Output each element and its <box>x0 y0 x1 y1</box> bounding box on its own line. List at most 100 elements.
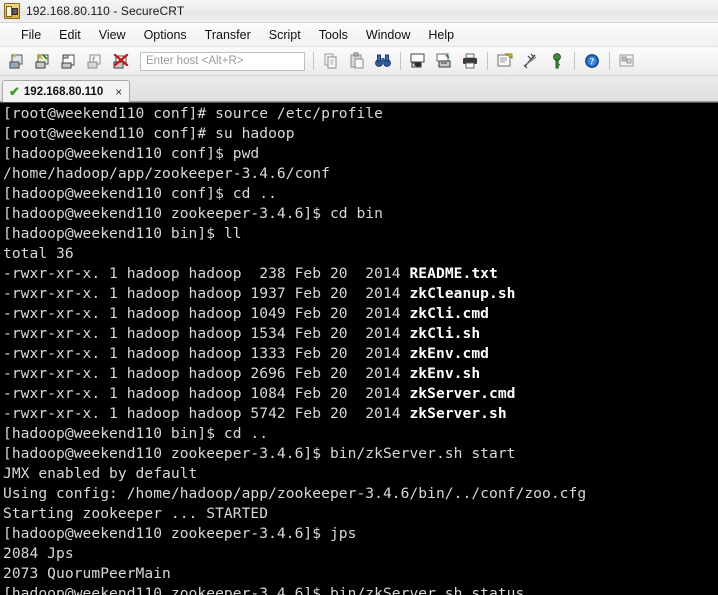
print-screen-glyph <box>435 52 453 70</box>
terminal-line: [hadoop@weekend110 zookeeper-3.4.6]$ cd … <box>3 204 718 224</box>
terminal-text: -rwxr-xr-x. 1 hadoop hadoop 1534 Feb 20 … <box>3 325 410 342</box>
terminal-filename: README.txt <box>409 265 498 282</box>
quick-connect-icon[interactable] <box>31 50 55 72</box>
toolbar: f Enter host <Alt+R> ? <box>0 47 718 76</box>
tab-bar: ✔ 192.168.80.110 × <box>0 76 718 102</box>
terminal-text: -rwxr-xr-x. 1 hadoop hadoop 238 Feb 20 2… <box>3 265 410 282</box>
terminal-line: [root@weekend110 conf]# su hadoop <box>3 124 718 144</box>
terminal-filename: zkCleanup.sh <box>409 285 516 302</box>
terminal-screen[interactable]: [root@weekend110 conf]# source /etc/prof… <box>0 102 718 595</box>
help-icon[interactable]: ? <box>580 50 604 72</box>
paste-icon[interactable] <box>345 50 369 72</box>
menu-window[interactable]: Window <box>357 26 419 44</box>
terminal-text: total 36 <box>3 245 74 262</box>
terminal-line: -rwxr-xr-x. 1 hadoop hadoop 238 Feb 20 2… <box>3 264 718 284</box>
terminal-text: [root@weekend110 conf]# su hadoop <box>3 125 295 142</box>
terminal-line: /home/hadoop/app/zookeeper-3.4.6/conf <box>3 164 718 184</box>
log-session-glyph <box>409 52 427 70</box>
terminal-line: [hadoop@weekend110 zookeeper-3.4.6]$ jps <box>3 524 718 544</box>
terminal-text: [hadoop@weekend110 bin]$ ll <box>3 225 242 242</box>
terminal-line: 2073 QuorumPeerMain <box>3 564 718 584</box>
menu-bar: File Edit View Options Transfer Script T… <box>0 23 718 47</box>
connect-sftp-glyph: f <box>86 52 104 70</box>
terminal-text: [hadoop@weekend110 conf]$ cd .. <box>3 185 277 202</box>
menu-edit[interactable]: Edit <box>50 26 90 44</box>
toolbar-separator-5 <box>609 52 610 70</box>
terminal-text: [hadoop@weekend110 zookeeper-3.4.6]$ cd … <box>3 205 383 222</box>
connect-icon[interactable] <box>5 50 29 72</box>
terminal-line: -rwxr-xr-x. 1 hadoop hadoop 2696 Feb 20 … <box>3 364 718 384</box>
menu-help[interactable]: Help <box>419 26 463 44</box>
terminal-line: [hadoop@weekend110 zookeeper-3.4.6]$ bin… <box>3 584 718 595</box>
connect-sftp-icon[interactable]: f <box>83 50 107 72</box>
tab-192-168-80-110[interactable]: ✔ 192.168.80.110 × <box>2 80 131 102</box>
terminal-line: JMX enabled by default <box>3 464 718 484</box>
disconnect-glyph <box>112 52 130 70</box>
log-session-icon[interactable] <box>406 50 430 72</box>
terminal-line: [hadoop@weekend110 zookeeper-3.4.6]$ bin… <box>3 444 718 464</box>
terminal-text: [hadoop@weekend110 zookeeper-3.4.6]$ jps <box>3 525 357 542</box>
toolbar-separator-1 <box>313 52 314 70</box>
session-options-glyph <box>496 52 514 70</box>
terminal-line: [hadoop@weekend110 conf]$ cd .. <box>3 184 718 204</box>
disconnect-icon[interactable] <box>109 50 133 72</box>
title-bar: 192.168.80.110 - SecureCRT <box>0 0 718 23</box>
host-input[interactable]: Enter host <Alt+R> <box>140 51 305 71</box>
terminal-line: -rwxr-xr-x. 1 hadoop hadoop 1534 Feb 20 … <box>3 324 718 344</box>
global-options-icon[interactable] <box>519 50 543 72</box>
print-screen-icon[interactable] <box>432 50 456 72</box>
menu-options[interactable]: Options <box>135 26 196 44</box>
terminal-line: -rwxr-xr-x. 1 hadoop hadoop 1333 Feb 20 … <box>3 344 718 364</box>
terminal-line: [hadoop@weekend110 bin]$ ll <box>3 224 718 244</box>
terminal-line: -rwxr-xr-x. 1 hadoop hadoop 1084 Feb 20 … <box>3 384 718 404</box>
connect-in-tab-icon[interactable] <box>57 50 81 72</box>
terminal-filename: zkEnv.cmd <box>409 345 489 362</box>
copy-icon[interactable] <box>319 50 343 72</box>
menu-file[interactable]: File <box>12 26 50 44</box>
binoculars-glyph <box>374 52 392 70</box>
terminal-line: [hadoop@weekend110 conf]$ pwd <box>3 144 718 164</box>
key-glyph <box>548 52 566 70</box>
paste-glyph <box>348 52 366 70</box>
quick-connect-glyph <box>34 52 52 70</box>
menu-script[interactable]: Script <box>260 26 310 44</box>
arrange-windows-glyph <box>618 52 636 70</box>
menu-tools[interactable]: Tools <box>310 26 357 44</box>
toolbar-separator-2 <box>400 52 401 70</box>
find-icon[interactable] <box>371 50 395 72</box>
terminal-text: [hadoop@weekend110 conf]$ pwd <box>3 145 260 162</box>
toolbar-separator-3 <box>487 52 488 70</box>
terminal-line: Starting zookeeper ... STARTED <box>3 504 718 524</box>
close-icon[interactable]: × <box>112 85 125 98</box>
terminal-line: Using config: /home/hadoop/app/zookeeper… <box>3 484 718 504</box>
terminal-text: -rwxr-xr-x. 1 hadoop hadoop 1049 Feb 20 … <box>3 305 410 322</box>
terminal-text: -rwxr-xr-x. 1 hadoop hadoop 5742 Feb 20 … <box>3 405 410 422</box>
arrange-windows-icon[interactable] <box>615 50 639 72</box>
tab-connected-check-icon: ✔ <box>9 84 20 99</box>
help-glyph: ? <box>583 52 601 70</box>
terminal-filename: zkCli.cmd <box>409 305 489 322</box>
svg-text:f: f <box>92 56 96 64</box>
connect-in-tab-glyph <box>60 52 78 70</box>
terminal-line: -rwxr-xr-x. 1 hadoop hadoop 1937 Feb 20 … <box>3 284 718 304</box>
securecrt-app-icon <box>4 3 20 19</box>
menu-transfer[interactable]: Transfer <box>196 26 260 44</box>
terminal-line: -rwxr-xr-x. 1 hadoop hadoop 5742 Feb 20 … <box>3 404 718 424</box>
toolbar-separator-4 <box>574 52 575 70</box>
key-icon[interactable] <box>545 50 569 72</box>
terminal-line: [root@weekend110 conf]# source /etc/prof… <box>3 104 718 124</box>
print-icon[interactable] <box>458 50 482 72</box>
terminal-text: -rwxr-xr-x. 1 hadoop hadoop 1333 Feb 20 … <box>3 345 410 362</box>
terminal-text: Starting zookeeper ... STARTED <box>3 505 269 522</box>
terminal-text: -rwxr-xr-x. 1 hadoop hadoop 1937 Feb 20 … <box>3 285 410 302</box>
terminal-text: JMX enabled by default <box>3 465 198 482</box>
global-options-glyph <box>522 52 540 70</box>
terminal-text: -rwxr-xr-x. 1 hadoop hadoop 1084 Feb 20 … <box>3 385 410 402</box>
terminal-filename: zkCli.sh <box>409 325 481 342</box>
tab-label: 192.168.80.110 <box>23 85 104 98</box>
terminal-line: -rwxr-xr-x. 1 hadoop hadoop 1049 Feb 20 … <box>3 304 718 324</box>
terminal-text: 2084 Jps <box>3 545 74 562</box>
session-options-icon[interactable] <box>493 50 517 72</box>
terminal-text: [hadoop@weekend110 bin]$ cd .. <box>3 425 269 442</box>
menu-view[interactable]: View <box>90 26 135 44</box>
